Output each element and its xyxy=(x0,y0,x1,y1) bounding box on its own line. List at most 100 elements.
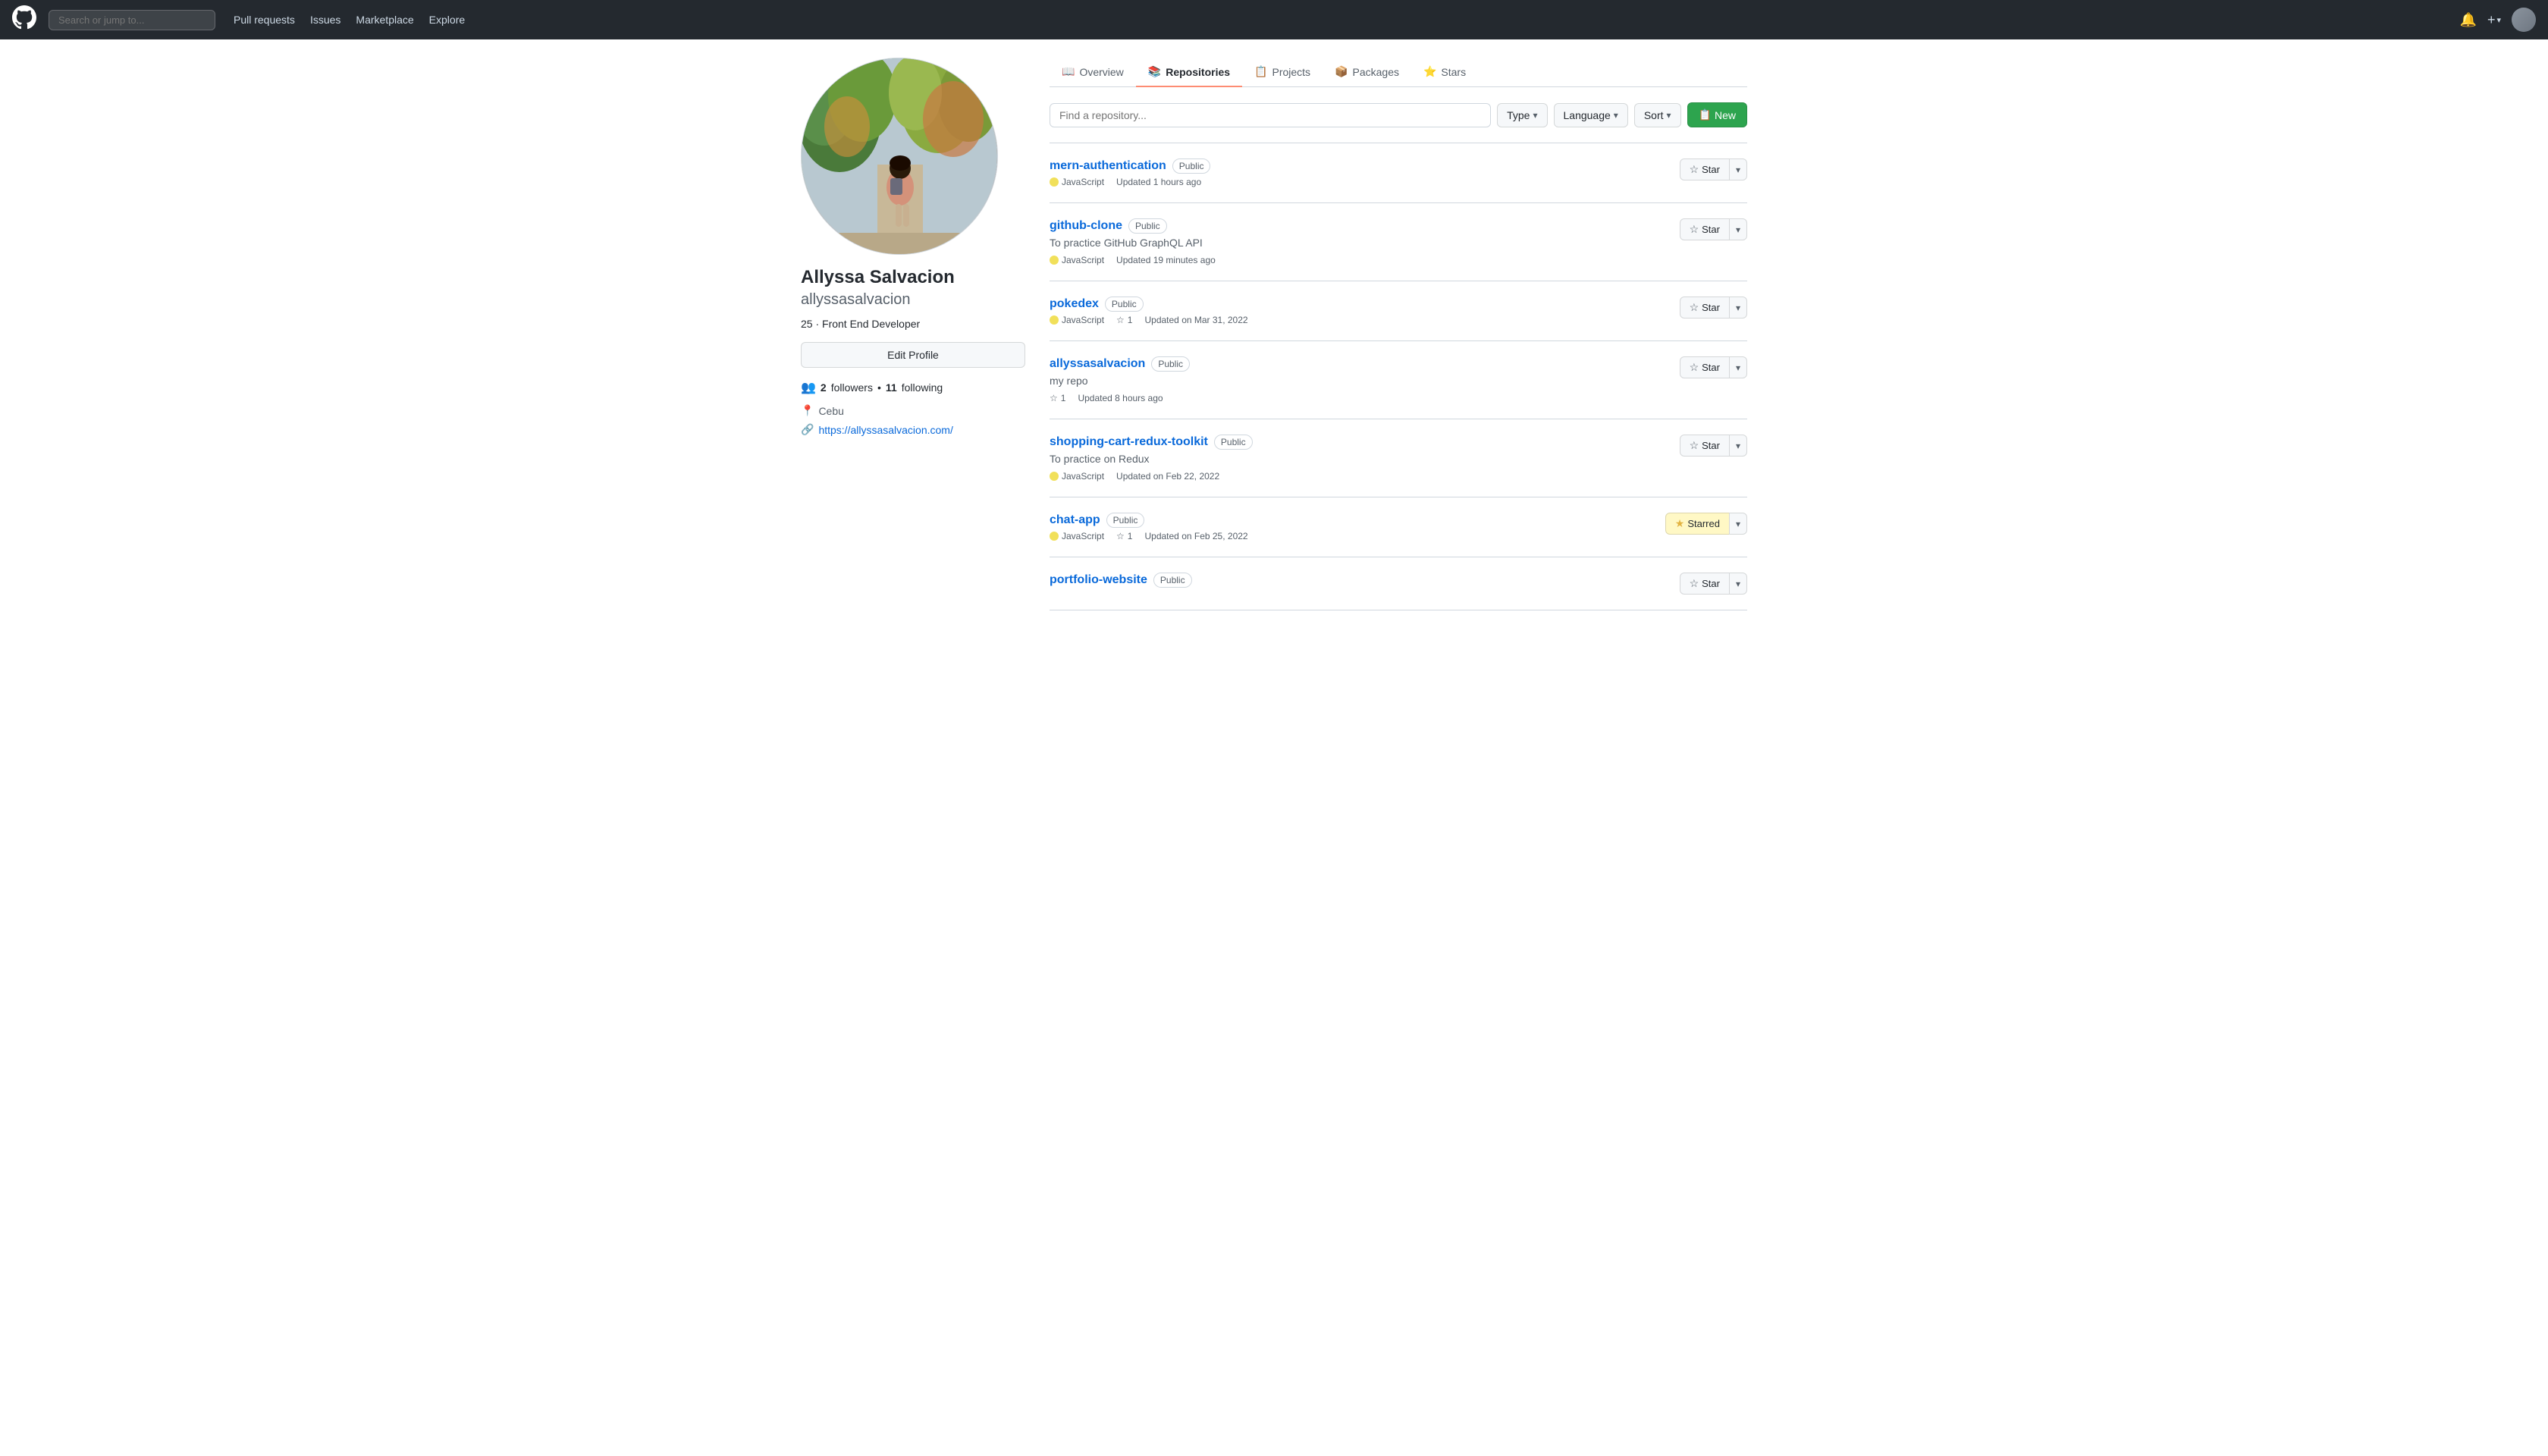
repo-language: JavaScript xyxy=(1050,315,1104,325)
global-search-input[interactable] xyxy=(49,10,215,30)
star-dropdown-button[interactable]: ▾ xyxy=(1729,513,1747,535)
tab-stars-label: Stars xyxy=(1441,66,1466,78)
repo-name-link[interactable]: mern-authentication xyxy=(1050,159,1166,173)
repo-updated-time: Updated 8 hours ago xyxy=(1078,393,1163,403)
sort-label: Sort xyxy=(1644,109,1664,121)
star-dropdown-button[interactable]: ▾ xyxy=(1729,356,1747,378)
repo-language: JavaScript xyxy=(1050,471,1104,482)
repo-name-link[interactable]: chat-app xyxy=(1050,513,1100,527)
sort-button[interactable]: Sort ▾ xyxy=(1634,103,1681,127)
repo-visibility-badge: Public xyxy=(1153,573,1192,588)
star-button-group: ☆ Star ▾ xyxy=(1680,435,1747,457)
star-repo-button[interactable]: ☆ Star xyxy=(1680,356,1729,378)
repo-name-link[interactable]: portfolio-website xyxy=(1050,573,1147,587)
repo-list-item: portfolio-website Public ☆ Star ▾ xyxy=(1050,557,1747,610)
star-button-group: ☆ Star ▾ xyxy=(1680,573,1747,595)
repo-list-item: shopping-cart-redux-toolkit Public To pr… xyxy=(1050,419,1747,497)
star-icon: ☆ xyxy=(1690,439,1699,452)
repo-name-row: shopping-cart-redux-toolkit Public xyxy=(1050,435,1668,450)
star-icon: ☆ xyxy=(1690,361,1699,374)
followers-separator: • xyxy=(877,381,881,394)
language-chevron-icon: ▾ xyxy=(1614,110,1618,121)
repo-updated-time: Updated on Feb 25, 2022 xyxy=(1144,531,1247,541)
star-dropdown-button[interactable]: ▾ xyxy=(1729,158,1747,180)
repo-meta: JavaScript ☆ 1 Updated on Feb 25, 2022 xyxy=(1050,531,1653,541)
profile-location: Cebu xyxy=(818,405,843,417)
repo-name-link[interactable]: shopping-cart-redux-toolkit xyxy=(1050,435,1208,449)
repo-name-link[interactable]: pokedex xyxy=(1050,297,1099,311)
new-repo-button[interactable]: 📋 New xyxy=(1687,102,1747,127)
repo-visibility-badge: Public xyxy=(1172,158,1211,174)
star-button-label: Star xyxy=(1702,224,1720,235)
navbar-link-issues[interactable]: Issues xyxy=(310,14,340,26)
projects-icon: 📋 xyxy=(1254,65,1267,78)
language-name: JavaScript xyxy=(1062,255,1104,265)
repo-meta: JavaScript ☆ 1 Updated on Mar 31, 2022 xyxy=(1050,315,1668,325)
star-dropdown-button[interactable]: ▾ xyxy=(1729,297,1747,318)
repo-meta: JavaScript Updated 1 hours ago xyxy=(1050,177,1668,187)
star-repo-button[interactable]: ☆ Star xyxy=(1680,573,1729,595)
star-chevron-icon: ▾ xyxy=(1736,519,1740,529)
star-repo-button[interactable]: ☆ Star xyxy=(1680,435,1729,457)
navbar-link-explore[interactable]: Explore xyxy=(429,14,465,26)
star-repo-button[interactable]: ★ Starred xyxy=(1665,513,1729,535)
notifications-bell-icon[interactable]: 🔔 xyxy=(2460,12,2477,28)
repo-star-count: ☆ 1 xyxy=(1116,531,1132,541)
packages-icon: 📦 xyxy=(1335,65,1348,78)
profile-tabs: 📖 Overview 📚 Repositories 📋 Projects 📦 P… xyxy=(1050,58,1747,87)
star-button-label: Star xyxy=(1702,578,1720,589)
repo-name-link[interactable]: github-clone xyxy=(1050,219,1122,233)
star-icon: ☆ xyxy=(1690,163,1699,176)
tab-stars[interactable]: ⭐ Stars xyxy=(1411,58,1478,87)
language-label: Language xyxy=(1564,109,1611,121)
profile-avatar xyxy=(801,58,998,255)
repo-list-item: chat-app Public JavaScript ☆ 1 Updated o… xyxy=(1050,497,1747,557)
repo-description: my repo xyxy=(1050,375,1668,387)
star-chevron-icon: ▾ xyxy=(1736,303,1740,313)
star-repo-button[interactable]: ☆ Star xyxy=(1680,218,1729,240)
star-button-group: ☆ Star ▾ xyxy=(1680,218,1747,240)
star-dropdown-button[interactable]: ▾ xyxy=(1729,573,1747,595)
repo-name-link[interactable]: allyssasalvacion xyxy=(1050,357,1145,371)
star-repo-button[interactable]: ☆ Star xyxy=(1680,297,1729,318)
new-repo-label: New xyxy=(1715,109,1736,121)
star-repo-button[interactable]: ☆ Star xyxy=(1680,158,1729,180)
repo-description: To practice on Redux xyxy=(1050,453,1668,465)
type-filter-button[interactable]: Type ▾ xyxy=(1497,103,1547,127)
user-avatar[interactable] xyxy=(2512,8,2536,32)
repo-info: github-clone Public To practice GitHub G… xyxy=(1050,218,1668,265)
profile-bio: 25 · Front End Developer xyxy=(801,318,1025,330)
followers-count[interactable]: 2 xyxy=(821,381,827,394)
repo-name-row: chat-app Public xyxy=(1050,513,1653,528)
github-logo-icon[interactable] xyxy=(12,5,36,35)
edit-profile-button[interactable]: Edit Profile xyxy=(801,342,1025,368)
repo-list-item: pokedex Public JavaScript ☆ 1 Updated on… xyxy=(1050,281,1747,341)
tab-repositories[interactable]: 📚 Repositories xyxy=(1136,58,1242,87)
repo-name-row: github-clone Public xyxy=(1050,218,1668,234)
tab-packages[interactable]: 📦 Packages xyxy=(1323,58,1411,87)
tab-projects[interactable]: 📋 Projects xyxy=(1242,58,1323,87)
repo-visibility-badge: Public xyxy=(1214,435,1253,450)
star-icon: ☆ xyxy=(1690,577,1699,590)
star-dropdown-button[interactable]: ▾ xyxy=(1729,435,1747,457)
repo-visibility-badge: Public xyxy=(1105,297,1144,312)
type-label: Type xyxy=(1507,109,1530,121)
language-filter-button[interactable]: Language ▾ xyxy=(1554,103,1628,127)
navbar-link-pull-requests[interactable]: Pull requests xyxy=(234,14,295,26)
star-button-label: Star xyxy=(1702,302,1720,313)
create-new-button[interactable]: + ▾ xyxy=(2487,12,2501,28)
repo-meta: JavaScript Updated 19 minutes ago xyxy=(1050,255,1668,265)
star-icon: ★ xyxy=(1675,517,1685,530)
repo-search-input[interactable] xyxy=(1050,103,1491,127)
repo-name-row: allyssasalvacion Public xyxy=(1050,356,1668,372)
star-dropdown-button[interactable]: ▾ xyxy=(1729,218,1747,240)
repo-name-row: portfolio-website Public xyxy=(1050,573,1668,588)
tab-overview-label: Overview xyxy=(1079,66,1123,78)
repositories-icon: 📚 xyxy=(1148,65,1161,78)
profile-website-link[interactable]: https://allyssasalvacion.com/ xyxy=(818,424,952,436)
repo-info: allyssasalvacion Public my repo ☆ 1 Upda… xyxy=(1050,356,1668,403)
following-count[interactable]: 11 xyxy=(886,381,897,394)
tab-overview[interactable]: 📖 Overview xyxy=(1050,58,1136,87)
navbar-link-marketplace[interactable]: Marketplace xyxy=(356,14,413,26)
navbar-links: Pull requests Issues Marketplace Explore xyxy=(234,14,465,26)
